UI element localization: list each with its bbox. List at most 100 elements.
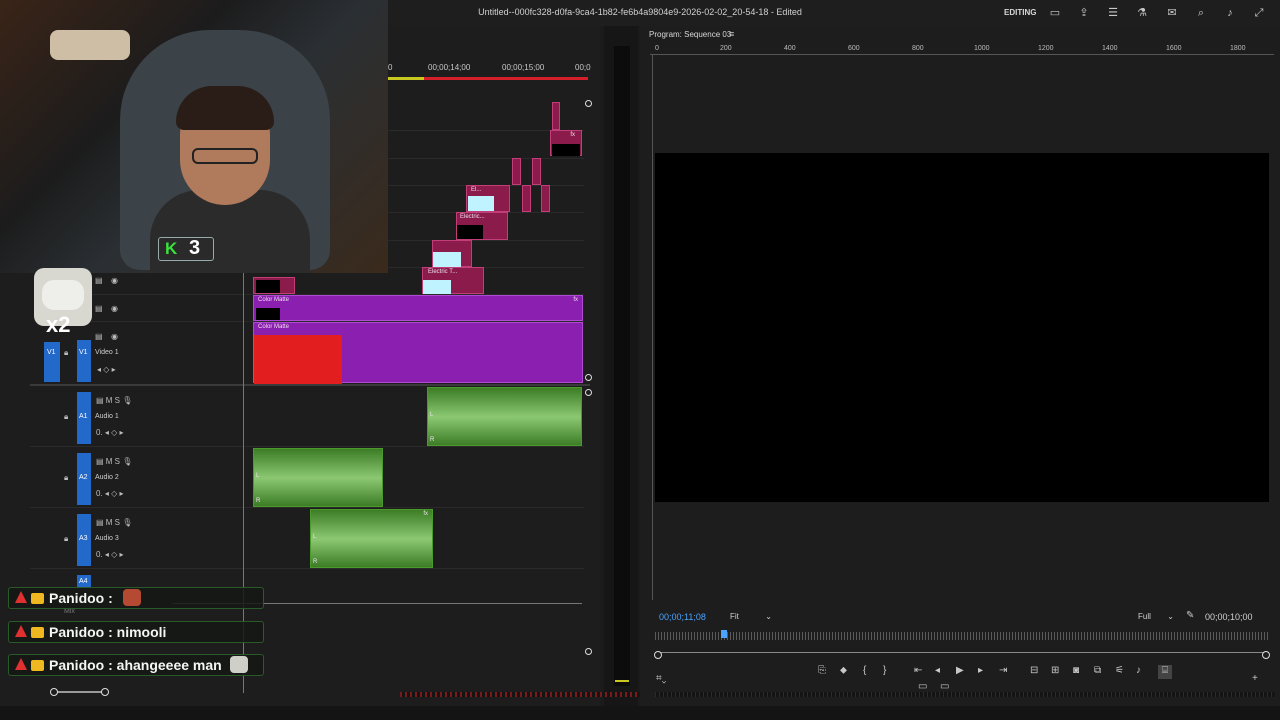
keyframe-prev-icon[interactable]: ◂ ◇ ▸ <box>97 365 116 374</box>
current-timecode[interactable]: 00;00;11;08 <box>659 612 706 622</box>
source-patch-v1[interactable] <box>44 342 60 382</box>
volume-icon[interactable]: ♪ <box>1136 665 1141 676</box>
monitor-zoom-handle-left[interactable] <box>654 651 662 659</box>
button-editor-icon[interactable]: ⌸ <box>1158 665 1172 679</box>
eye-icon[interactable]: ◉ <box>111 304 118 313</box>
wrench-icon[interactable]: ✎ <box>1186 610 1194 621</box>
volume-keyframe-controls[interactable]: 0. ◂ ◇ ▸ <box>96 428 124 437</box>
clip-label: Electric... <box>460 214 485 220</box>
lock-icon[interactable]: 🔒︎ <box>64 348 68 358</box>
lock-icon[interactable]: 🔒︎ <box>64 473 68 483</box>
track-controls[interactable]: ▤ M S 🎙︎ <box>96 518 132 527</box>
marker-icon[interactable]: ⬥ <box>840 665 847 676</box>
audio-clip-a3[interactable]: fx L R <box>310 509 433 568</box>
track-code: A1 <box>79 413 88 420</box>
track-controls[interactable]: ▤ M S 🎙︎ <box>96 396 132 405</box>
clip-thumbnail <box>423 280 451 294</box>
safe-margins-icon[interactable]: ▭ <box>918 681 927 692</box>
go-to-out-icon[interactable]: ⇥ <box>999 665 1007 676</box>
film-icon[interactable]: ▤ <box>95 276 103 285</box>
warning-icon <box>15 625 27 637</box>
panel-layout-icon[interactable]: ▭ <box>1047 5 1063 21</box>
monitor-scrub-bar[interactable] <box>655 632 1270 640</box>
fullscreen-icon[interactable]: ⤢ <box>1251 5 1267 21</box>
track-separator <box>30 507 584 508</box>
eye-icon[interactable]: ◉ <box>111 332 118 341</box>
waveform-right <box>428 416 581 445</box>
mark-in-icon[interactable]: { <box>863 665 866 676</box>
clip-pink[interactable] <box>512 158 521 185</box>
zoom-value: Fit <box>730 612 739 621</box>
monitor-zoom-handle-right[interactable] <box>1262 651 1270 659</box>
clip-color-matte[interactable]: Color Matte <box>253 322 583 384</box>
monitor-playhead[interactable] <box>721 630 727 638</box>
volume-icon[interactable]: ♪ <box>1222 5 1238 21</box>
scroll-handle-top[interactable] <box>585 100 592 107</box>
scroll-handle-audio[interactable] <box>585 389 592 396</box>
lock-icon[interactable]: 🔒︎ <box>64 534 68 544</box>
warning-icon <box>15 658 27 670</box>
timeline-ruler[interactable] <box>388 58 588 84</box>
step-forward-icon[interactable]: ▸ <box>978 665 983 676</box>
ruler-tick: 00;00;15;00 <box>502 63 545 72</box>
go-to-in-icon[interactable]: ⇤ <box>914 665 922 676</box>
volume-keyframe-controls[interactable]: 0. ◂ ◇ ▸ <box>96 489 124 498</box>
chat-emote <box>122 589 141 606</box>
video-audio-divider[interactable] <box>30 384 590 386</box>
play-icon[interactable]: ▶ <box>956 665 964 676</box>
search-icon[interactable]: ⌕ <box>1193 5 1209 21</box>
overwrite-icon[interactable]: ⊞ <box>1051 665 1059 676</box>
ruler-tick: 1400 <box>1102 45 1118 52</box>
program-video-frame[interactable] <box>655 153 1269 502</box>
clip-pink[interactable] <box>522 185 531 212</box>
comment-icon[interactable]: ✉ <box>1164 5 1180 21</box>
insert-icon[interactable]: ⊟ <box>1030 665 1038 676</box>
add-button-icon[interactable]: + <box>1252 673 1258 684</box>
clip-pink[interactable] <box>552 102 560 130</box>
ruler-tick: 1200 <box>1038 45 1054 52</box>
eye-icon[interactable]: ◉ <box>111 276 118 285</box>
lock-icon[interactable]: 🔒︎ <box>64 412 68 422</box>
resolution-value: Full <box>1138 612 1151 621</box>
monitor-zoom-bar[interactable] <box>657 652 1269 657</box>
zoom-handle-left[interactable] <box>50 688 58 696</box>
fx-badge: fx <box>573 297 578 303</box>
step-back-icon[interactable]: ◂ <box>935 665 940 676</box>
program-monitor-title[interactable]: Program: Sequence 03 <box>649 30 731 39</box>
clip-pink[interactable] <box>541 185 550 212</box>
clip-thumbnail <box>457 225 483 239</box>
mark-out-icon[interactable]: } <box>883 665 886 676</box>
audio-clip-a1[interactable]: L R <box>427 387 582 446</box>
export-frame-icon[interactable]: ◙ <box>1073 665 1079 676</box>
clip-thumbnail-red <box>254 335 342 384</box>
proxy-icon[interactable]: ⚟ <box>1115 665 1124 676</box>
film-icon[interactable]: ▤ <box>95 304 103 313</box>
channel-label: R <box>313 559 318 565</box>
audio-waveform-strip <box>400 692 640 697</box>
track-code: A2 <box>79 474 88 481</box>
compare-icon[interactable]: ⧉ <box>1094 665 1101 676</box>
clip-color-matte[interactable]: Color Matte fx <box>253 295 583 321</box>
track-name: Video 1 <box>95 349 119 356</box>
scroll-handle-mid[interactable] <box>585 374 592 381</box>
clip-pink[interactable] <box>532 158 541 185</box>
track-target-v1[interactable] <box>77 340 91 382</box>
lift-icon[interactable]: ⎘ <box>818 665 826 676</box>
export-icon[interactable]: ⇪ <box>1076 5 1092 21</box>
menu-icon[interactable]: ☰ <box>1105 5 1121 21</box>
chat-text: Panidoo : nimooli <box>49 624 167 640</box>
zoom-dropdown[interactable]: Fit ⌄ <box>730 612 772 621</box>
settings-icon[interactable]: ⌗⌄ <box>656 673 666 684</box>
audio-clip-a2[interactable]: L R <box>253 448 383 507</box>
multicam-icon[interactable]: ▭ <box>940 681 949 692</box>
scroll-handle-bottom[interactable] <box>585 648 592 655</box>
timeline-zoom-scrollbar[interactable] <box>54 691 106 693</box>
volume-keyframe-controls[interactable]: 0. ◂ ◇ ▸ <box>96 550 124 559</box>
panel-menu-icon[interactable]: ≡ <box>729 29 734 39</box>
track-controls[interactable]: ▤ M S 🎙︎ <box>96 457 132 466</box>
beaker-icon[interactable]: ⚗ <box>1134 5 1150 21</box>
resolution-dropdown[interactable]: Full ⌄ <box>1138 612 1174 621</box>
workspace-mode-label[interactable]: EDITING <box>1004 8 1036 17</box>
film-icon[interactable]: ▤ <box>95 332 103 341</box>
zoom-handle-right[interactable] <box>101 688 109 696</box>
